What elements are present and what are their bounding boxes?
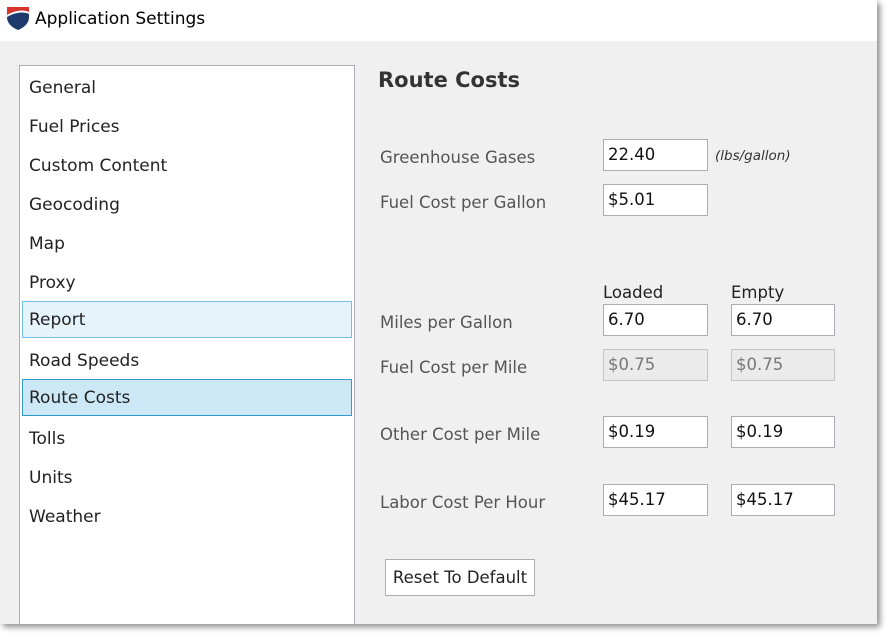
greenhouse-unit-label: (lbs/gallon) (715, 148, 791, 164)
sidebar-item-proxy[interactable]: Proxy (22, 264, 352, 301)
fuel-cost-per-gallon-label: Fuel Cost per Gallon (380, 193, 547, 212)
sidebar-item-route-costs[interactable]: Route Costs (22, 379, 352, 416)
labor-cost-per-hour-label: Labor Cost Per Hour (380, 493, 546, 512)
miles-per-gallon-empty-input[interactable]: 6.70 (731, 304, 835, 336)
page-title: Route Costs (378, 68, 521, 92)
fuel-cost-per-mile-loaded-field: $0.75 (603, 349, 708, 381)
reset-to-default-button[interactable]: Reset To Default (385, 559, 535, 596)
settings-category-list[interactable]: General Fuel Prices Custom Content Geoco… (19, 65, 355, 624)
miles-per-gallon-label: Miles per Gallon (380, 313, 513, 332)
greenhouse-gases-input[interactable]: 22.40 (603, 139, 708, 171)
sidebar-item-report[interactable]: Report (22, 301, 352, 338)
sidebar-item-map[interactable]: Map (22, 225, 352, 262)
other-cost-per-mile-label: Other Cost per Mile (380, 425, 541, 444)
other-cost-per-mile-loaded-input[interactable]: $0.19 (603, 416, 708, 448)
sidebar-item-fuel-prices[interactable]: Fuel Prices (22, 108, 352, 145)
miles-per-gallon-loaded-input[interactable]: 6.70 (603, 304, 708, 336)
shield-icon (7, 7, 29, 30)
labor-cost-per-hour-loaded-input[interactable]: $45.17 (603, 484, 708, 516)
sidebar-item-weather[interactable]: Weather (22, 498, 352, 535)
labor-cost-per-hour-empty-input[interactable]: $45.17 (731, 484, 835, 516)
sidebar-item-units[interactable]: Units (22, 459, 352, 496)
settings-window: Application Settings General Fuel Prices… (0, 0, 877, 624)
sidebar-item-geocoding[interactable]: Geocoding (22, 186, 352, 223)
fuel-cost-per-mile-empty-field: $0.75 (731, 349, 835, 381)
other-cost-per-mile-empty-input[interactable]: $0.19 (731, 416, 835, 448)
fuel-cost-per-gallon-input[interactable]: $5.01 (603, 184, 708, 216)
sidebar-item-road-speeds[interactable]: Road Speeds (22, 342, 352, 379)
sidebar-item-general[interactable]: General (22, 69, 352, 106)
title-bar: Application Settings (0, 0, 877, 41)
sidebar-item-custom-content[interactable]: Custom Content (22, 147, 352, 184)
sidebar-item-tolls[interactable]: Tolls (22, 420, 352, 457)
empty-column-header: Empty (731, 283, 785, 302)
loaded-column-header: Loaded (603, 283, 664, 302)
fuel-cost-per-mile-label: Fuel Cost per Mile (380, 358, 528, 377)
window-title: Application Settings (35, 9, 206, 29)
greenhouse-gases-label: Greenhouse Gases (380, 148, 536, 167)
